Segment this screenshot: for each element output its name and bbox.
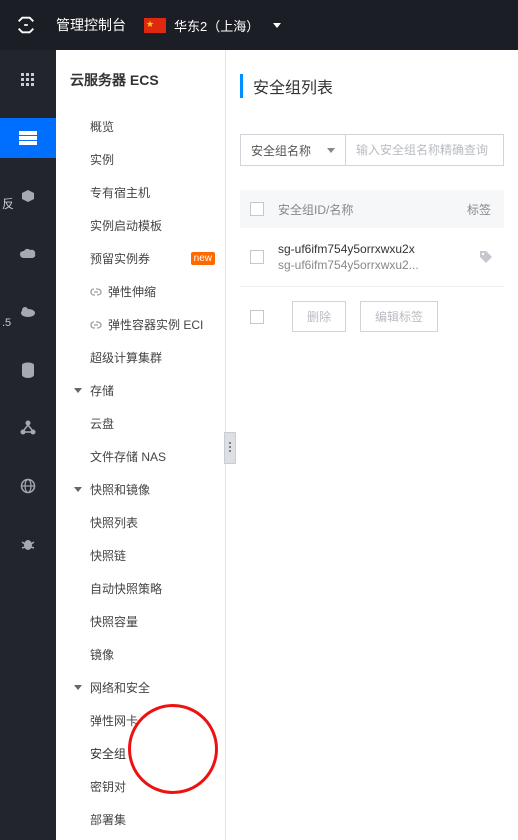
- side-letter: 反: [2, 195, 14, 212]
- chevron-down-icon: [273, 23, 281, 28]
- nav-item-label: 密钥对: [90, 778, 126, 795]
- tag-icon[interactable]: [478, 249, 494, 265]
- apps-icon[interactable]: [0, 60, 56, 100]
- nav-item-label: 弹性容器实例 ECI: [108, 316, 203, 333]
- edit-tag-button[interactable]: 编辑标签: [360, 301, 438, 332]
- region-selector[interactable]: 华东2（上海）: [144, 16, 281, 35]
- nav-list: 概览实例专有宿主机实例启动模板预留实例券 new 弹性伸缩弹性容器实例 ECI 超级计…: [56, 110, 225, 840]
- nav-item[interactable]: 弹性容器实例 ECI: [56, 308, 225, 341]
- nav-item-label: 自动快照策略: [90, 580, 162, 597]
- console-title[interactable]: 管理控制台: [56, 15, 126, 35]
- nav-item-label: 弹性伸缩: [108, 283, 156, 300]
- nav-item-label: 概览: [90, 118, 114, 135]
- nav-item-label: 安全组: [90, 745, 126, 762]
- page-title: 安全组列表: [240, 74, 504, 98]
- nav-item[interactable]: 镜像: [56, 638, 225, 671]
- topbar: 管理控制台 华东2（上海）: [0, 0, 518, 50]
- nav-item-label: 弹性网卡: [90, 712, 138, 729]
- th-tag: 标签: [464, 201, 494, 218]
- collapse-handle[interactable]: [224, 432, 236, 464]
- main-panel: 安全组列表 安全组名称 安全组ID/名称 标签 sg-uf6ifm754y5or…: [226, 50, 518, 840]
- nav-item[interactable]: 超级计算集群: [56, 341, 225, 374]
- sg-id: sg-uf6ifm754y5orrxwxu2x: [278, 242, 478, 256]
- table-row[interactable]: sg-uf6ifm754y5orrxwxu2x sg-uf6ifm754y5or…: [240, 228, 504, 287]
- nav-item[interactable]: 快照链: [56, 539, 225, 572]
- nav-item[interactable]: 存储: [56, 374, 225, 407]
- nav-item-label: 实例启动模板: [90, 217, 162, 234]
- nav-item[interactable]: 网络和安全: [56, 671, 225, 704]
- logo[interactable]: [14, 13, 38, 37]
- region-name: 华东2（上海）: [174, 16, 259, 35]
- sg-name: sg-uf6ifm754y5orrxwxu2...: [278, 258, 478, 272]
- nav-item-label: 超级计算集群: [90, 349, 162, 366]
- nav-item-label: 镜像: [90, 646, 114, 663]
- side-num: .5: [2, 317, 11, 329]
- nav-item-label: 快照容量: [90, 613, 138, 630]
- nav-item-label: 快照链: [90, 547, 126, 564]
- select-all-checkbox[interactable]: [250, 202, 264, 216]
- nav-item-label: 实例: [90, 151, 114, 168]
- search-input-wrap: [346, 134, 504, 166]
- nav-item[interactable]: 文件存储 NAS: [56, 440, 225, 473]
- nav-item[interactable]: 自动快照策略: [56, 572, 225, 605]
- link-icon: [90, 286, 102, 298]
- globe-icon[interactable]: [0, 466, 56, 506]
- action-checkbox[interactable]: [250, 310, 264, 324]
- filter-select[interactable]: 安全组名称: [240, 134, 346, 166]
- nav-item-label: 快照列表: [90, 514, 138, 531]
- nav-item[interactable]: 概览: [56, 110, 225, 143]
- filter-row: 安全组名称: [240, 134, 504, 166]
- new-badge: new: [191, 252, 215, 265]
- nav-item-label: 文件存储 NAS: [90, 448, 166, 465]
- nav-item[interactable]: 快照容量: [56, 605, 225, 638]
- link-icon: [90, 319, 102, 331]
- nav-item[interactable]: 弹性伸缩: [56, 275, 225, 308]
- flag-icon: [144, 18, 166, 33]
- table: 安全组ID/名称 标签 sg-uf6ifm754y5orrxwxu2x sg-u…: [240, 190, 504, 346]
- db-icon[interactable]: [0, 350, 56, 390]
- nav-item[interactable]: 安全组: [56, 737, 225, 770]
- nav-sidebar: 云服务器 ECS 概览实例专有宿主机实例启动模板预留实例券 new 弹性伸缩弹性容器…: [56, 50, 226, 840]
- bug-icon[interactable]: [0, 524, 56, 564]
- search-input[interactable]: [356, 135, 493, 165]
- td-name: sg-uf6ifm754y5orrxwxu2x sg-uf6ifm754y5or…: [278, 242, 478, 272]
- chevron-down-icon: [327, 148, 335, 153]
- nav-item-label: 网络和安全: [90, 679, 150, 696]
- nav-item[interactable]: 部署集: [56, 803, 225, 836]
- nodes-icon[interactable]: [0, 408, 56, 448]
- nav-item-label: 云盘: [90, 415, 114, 432]
- th-name: 安全组ID/名称: [278, 201, 464, 218]
- nav-item[interactable]: 云盘: [56, 407, 225, 440]
- icon-sidebar: [0, 50, 56, 840]
- cloud-icon[interactable]: [0, 234, 56, 274]
- nav-item-label: 部署集: [90, 811, 126, 828]
- nav-item-label: 预留实例券: [90, 250, 150, 267]
- nav-item[interactable]: 实例: [56, 143, 225, 176]
- nav-item[interactable]: 弹性网卡: [56, 704, 225, 737]
- nav-item-label: 专有宿主机: [90, 184, 150, 201]
- caret-down-icon: [74, 487, 82, 492]
- ecs-icon[interactable]: [0, 118, 56, 158]
- sidebar-title: 云服务器 ECS: [56, 50, 225, 110]
- nav-item[interactable]: 专有网络 VPC: [56, 836, 225, 840]
- nav-item[interactable]: 快照和镜像: [56, 473, 225, 506]
- filter-select-label: 安全组名称: [251, 142, 311, 159]
- nav-item-label: 快照和镜像: [90, 481, 150, 498]
- row-checkbox[interactable]: [250, 250, 264, 264]
- nav-item[interactable]: 专有宿主机: [56, 176, 225, 209]
- nav-item[interactable]: 实例启动模板: [56, 209, 225, 242]
- caret-down-icon: [74, 685, 82, 690]
- nav-item[interactable]: 密钥对: [56, 770, 225, 803]
- nav-item-label: 存储: [90, 382, 114, 399]
- table-head: 安全组ID/名称 标签: [240, 190, 504, 228]
- caret-down-icon: [74, 388, 82, 393]
- nav-item[interactable]: 预留实例券 new: [56, 242, 225, 275]
- nav-item[interactable]: 快照列表: [56, 506, 225, 539]
- delete-button[interactable]: 删除: [292, 301, 346, 332]
- action-row: 删除 编辑标签: [240, 287, 504, 346]
